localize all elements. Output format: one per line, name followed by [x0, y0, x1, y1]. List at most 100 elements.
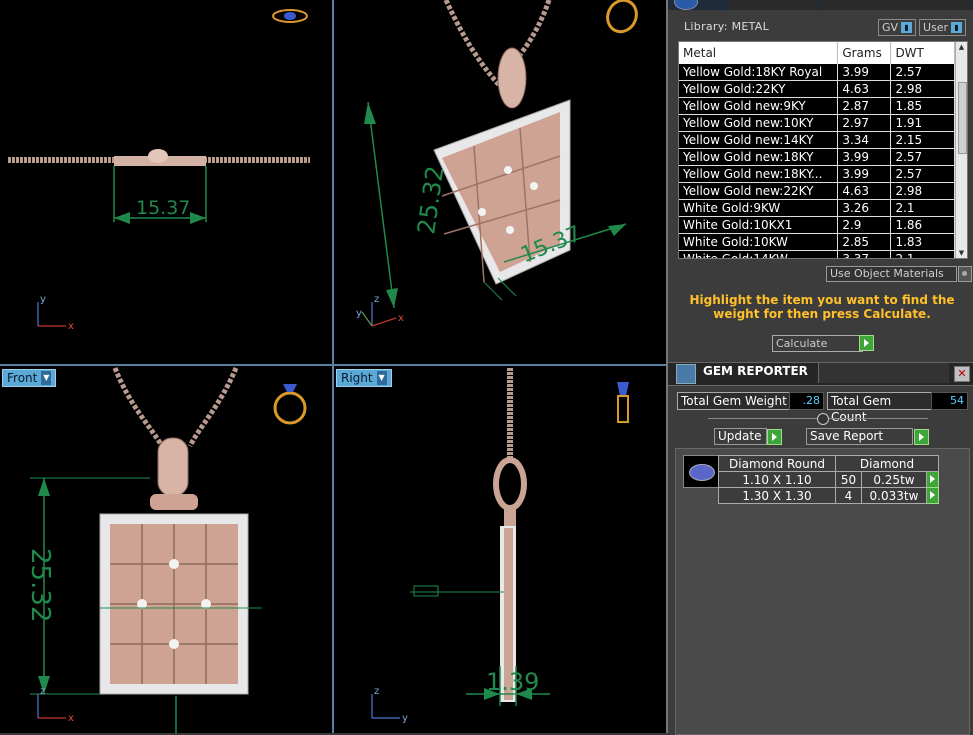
viewport-label-right[interactable]: Right ▼ [336, 369, 392, 387]
library-icon [674, 0, 698, 10]
axis-x-label: x [398, 313, 404, 324]
table-row[interactable]: 1.10 X 1.10 50 0.25tw [718, 471, 939, 488]
viewport-divider-vertical[interactable] [332, 0, 334, 733]
table-scrollbar[interactable]: ▲ ▼ [955, 42, 967, 258]
table-row[interactable]: Yellow Gold:18KY Royal 3.99 2.57 [679, 64, 955, 81]
perspective-view-drawing: 25.32 15.37 z x y [356, 0, 638, 327]
ring-view-icon [272, 9, 308, 23]
toggle-icon: ▮ [901, 22, 913, 33]
table-row[interactable]: White Gold:9KW 3.26 2.1 [679, 199, 955, 217]
axis-x-label: x [68, 321, 74, 332]
calculate-hint: Highlight the item you want to find the … [689, 293, 955, 321]
column-header-dwt[interactable]: DWT [890, 42, 955, 64]
grams-cell: 2.85 [837, 233, 892, 251]
dwt-cell: 2.1 [890, 199, 955, 217]
user-toggle[interactable]: User ▮ [919, 19, 967, 36]
dwt-cell: 2.1 [890, 250, 955, 258]
update-field[interactable]: Update [714, 428, 767, 445]
viewport-perspective[interactable]: 25.32 15.37 z x y [334, 0, 666, 364]
dwt-cell: 2.98 [890, 80, 955, 98]
update-button[interactable] [767, 429, 782, 445]
metal-name-cell: Yellow Gold new:22KY [679, 182, 839, 200]
gem-row-go-button[interactable] [926, 487, 939, 504]
viewport-right[interactable]: 1.39 z y Right ▼ [334, 366, 666, 733]
right-depth-dimension: 1.39 [486, 668, 539, 696]
library-tab[interactable] [728, 0, 818, 10]
table-row[interactable]: White Gold:14KW 3.37 2.1 [679, 250, 955, 258]
metal-name-cell: White Gold:14KW [679, 250, 839, 258]
table-row[interactable]: Yellow Gold new:18KY... 3.99 2.57 [679, 165, 955, 183]
library-tab[interactable] [820, 0, 970, 10]
chevron-down-icon[interactable]: ▼ [41, 371, 52, 385]
chevron-down-icon[interactable]: ▼ [376, 371, 387, 385]
metal-name-cell: White Gold:10KW [679, 233, 839, 251]
viewport-label-text: Right [341, 371, 373, 385]
gem-count-cell: 50 [835, 471, 862, 488]
gem-reporter-title: GEM REPORTER [703, 364, 808, 378]
scroll-thumb[interactable] [958, 82, 967, 154]
viewport-label-front[interactable]: Front ▼ [2, 369, 57, 387]
save-report-button[interactable] [914, 429, 929, 445]
user-label: User [923, 21, 949, 34]
gem-row-go-button[interactable] [926, 471, 939, 488]
dwt-cell: 2.57 [890, 64, 955, 81]
use-object-materials-checkbox[interactable] [958, 266, 972, 282]
ring-view-icon [606, 0, 638, 34]
table-row[interactable]: Yellow Gold new:22KY 4.63 2.98 [679, 182, 955, 200]
table-row[interactable]: Yellow Gold new:10KY 2.97 1.91 [679, 114, 955, 132]
table-row[interactable]: Yellow Gold new:9KY 2.87 1.85 [679, 97, 955, 115]
scroll-up-icon[interactable]: ▲ [956, 42, 967, 52]
metal-name-cell: Yellow Gold new:18KY [679, 148, 839, 166]
gem-reporter-tab[interactable] [818, 363, 949, 383]
column-header-metal[interactable]: Metal [679, 42, 839, 64]
calculate-field[interactable]: Calculate [772, 335, 863, 352]
metal-name-cell: Yellow Gold:18KY Royal [679, 64, 839, 81]
diamond-round-icon[interactable] [683, 455, 719, 488]
total-gem-count-value: 54 [931, 392, 968, 410]
axis-z-label: z [374, 686, 379, 697]
total-gem-weight-value: .28 [789, 392, 824, 410]
grams-cell: 2.97 [837, 114, 892, 132]
gem-table[interactable]: Diamond Round Diamond 1.10 X 1.10 50 0.25t… [718, 455, 939, 504]
perspective-height-dimension: 25.32 [412, 164, 449, 236]
metal-name-cell: Yellow Gold new:10KY [679, 114, 839, 132]
metal-table[interactable]: Metal Grams DWT Yellow Gold:18KY Royal 3.… [678, 41, 968, 259]
total-gem-weight-label: Total Gem Weight [677, 392, 792, 410]
axis-x-label: x [68, 713, 74, 724]
axis-y-label: y [356, 308, 362, 319]
dwt-cell: 1.86 [890, 216, 955, 234]
calculate-button[interactable] [859, 335, 874, 351]
grams-cell: 3.99 [837, 165, 892, 183]
viewport-divider-horizontal[interactable] [0, 364, 666, 366]
dwt-cell: 2.57 [890, 148, 955, 166]
right-view-drawing: 1.39 z y [371, 368, 629, 724]
save-report-field[interactable]: Save Report [806, 428, 913, 445]
viewport-front[interactable]: 25.32 z x Front ▼ [0, 366, 332, 733]
metal-name-cell: Yellow Gold new:18KY... [679, 165, 839, 183]
close-icon[interactable]: ✕ [954, 366, 970, 382]
grams-cell: 3.99 [837, 64, 892, 81]
gem-shape-header: Diamond Round [718, 455, 836, 472]
grams-cell: 2.9 [837, 216, 892, 234]
table-row[interactable]: Yellow Gold new:14KY 3.34 2.15 [679, 131, 955, 149]
table-row[interactable]: Yellow Gold new:18KY 3.99 2.57 [679, 148, 955, 166]
table-row[interactable]: White Gold:10KX1 2.9 1.86 [679, 216, 955, 234]
axis-y-label: y [40, 294, 46, 305]
grams-cell: 4.63 [837, 80, 892, 98]
viewport-top[interactable]: 15.37 y x [0, 0, 332, 364]
dwt-cell: 2.98 [890, 182, 955, 200]
gem-count-cell: 4 [835, 487, 862, 504]
gv-toggle[interactable]: GV ▮ [878, 19, 917, 36]
gem-size-cell: 1.30 X 1.30 [718, 487, 836, 504]
report-slider-handle[interactable] [817, 413, 829, 425]
top-view-drawing: 15.37 y x [8, 9, 310, 332]
axis-z-label: z [374, 294, 379, 305]
library-title: Library: METAL [684, 20, 770, 33]
table-row[interactable]: 1.30 X 1.30 4 0.033tw [718, 487, 939, 504]
scroll-down-icon[interactable]: ▼ [956, 248, 967, 258]
column-header-grams[interactable]: Grams [837, 42, 892, 64]
table-row[interactable]: Yellow Gold:22KY 4.63 2.98 [679, 80, 955, 98]
grams-cell: 3.99 [837, 148, 892, 166]
use-object-materials-field[interactable]: Use Object Materials [826, 266, 957, 282]
table-row[interactable]: White Gold:10KW 2.85 1.83 [679, 233, 955, 251]
